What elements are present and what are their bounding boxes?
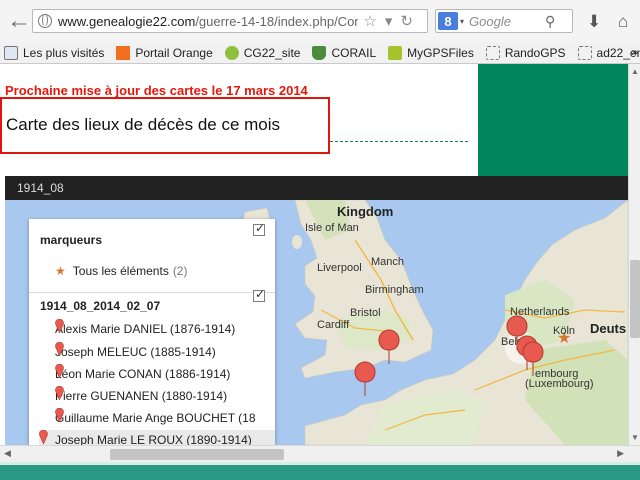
- map-label-birmingham: Birmingham: [365, 284, 424, 296]
- search-icon[interactable]: ⚲: [545, 13, 555, 30]
- map-view[interactable]: ★ Kingdom Isle of Man Liverpool Manch Bi…: [5, 200, 628, 445]
- download-icon[interactable]: ⬇: [587, 12, 601, 32]
- reload-icon[interactable]: ↻: [400, 13, 421, 30]
- legend-all-label: Tous les éléments: [72, 264, 169, 278]
- map-title: Carte des lieux de décès de ce mois: [6, 115, 281, 134]
- bookmark-cg22[interactable]: CG22_site: [224, 45, 300, 60]
- legend-item[interactable]: Joseph MELEUC (1885-1914): [55, 342, 275, 362]
- green-side-panel: [478, 64, 628, 176]
- markers-checkbox[interactable]: [253, 221, 265, 236]
- folder-icon: [577, 45, 592, 60]
- scroll-up-arrow-icon[interactable]: ▲: [631, 67, 639, 76]
- map-label-kingdom: Kingdom: [337, 204, 394, 219]
- map-label-germany: Deuts: [590, 321, 627, 336]
- home-icon[interactable]: ⌂: [618, 12, 628, 32]
- orange-icon: [116, 45, 131, 60]
- globe-icon: [38, 14, 52, 28]
- scroll-left-arrow-icon[interactable]: ◀: [4, 448, 11, 459]
- horizontal-scroll-thumb[interactable]: [110, 449, 284, 460]
- back-arrow-icon[interactable]: ←: [2, 0, 36, 42]
- map-label-cardiff: Cardiff: [317, 319, 350, 331]
- visited-icon: [4, 45, 18, 60]
- layer-checkbox[interactable]: [253, 287, 265, 302]
- vertical-scroll-thumb[interactable]: [630, 260, 640, 338]
- scroll-right-arrow-icon[interactable]: ▶: [617, 448, 624, 459]
- legend-layer-title: 1914_08_2014_02_07: [40, 299, 161, 313]
- map-label-manchester: Manch: [371, 256, 405, 268]
- browser-toolbar: ← www.genealogie22.com/guerre-14-18/inde…: [0, 0, 640, 42]
- horizontal-scrollbar[interactable]: ◀ ▶: [0, 445, 640, 462]
- legend-item[interactable]: Guillaume Marie Ange BOUCHET (18: [55, 408, 275, 428]
- map-header-title: 1914_08: [17, 181, 64, 195]
- search-bar[interactable]: 8 ▾ Google ⚲: [435, 9, 573, 33]
- map-label-koln: Köln: [553, 325, 576, 337]
- legend-item-label: Guillaume Marie Ange BOUCHET (18: [55, 411, 256, 425]
- pin-icon: [55, 408, 64, 422]
- pin-icon: [55, 364, 64, 378]
- url-actions: ☆▾↻: [363, 12, 421, 30]
- map-legend-panel: marqueurs ★ Tous les éléments (2) 1914_0…: [29, 219, 275, 445]
- mygps-icon: [388, 45, 403, 60]
- legend-divider: [29, 292, 275, 293]
- legend-item[interactable]: Léon Marie CONAN (1886-1914): [55, 364, 275, 384]
- map-label-isle-of-man: Isle of Man: [305, 222, 359, 234]
- legend-all-count: (2): [172, 264, 188, 278]
- bookmark-star-icon[interactable]: ☆: [363, 13, 384, 30]
- pin-icon: [39, 430, 48, 444]
- google-icon[interactable]: 8: [438, 12, 458, 30]
- folder-icon: [485, 45, 500, 60]
- vertical-scrollbar[interactable]: ▲ ▼: [628, 64, 640, 445]
- bookmark-portail-orange[interactable]: Portail Orange: [116, 45, 213, 60]
- bookmarks-toolbar: Les plus visités Portail Orange CG22_sit…: [0, 42, 640, 64]
- legend-all-items[interactable]: ★ Tous les éléments (2): [55, 264, 187, 278]
- legend-item[interactable]: Alexis Marie DANIEL (1876-1914): [55, 319, 275, 339]
- map-header: 1914_08: [5, 176, 628, 200]
- dashed-divider: [330, 141, 468, 142]
- page-content: Prochaine mise à jour des cartes le 17 m…: [0, 64, 628, 445]
- bookmark-mygpsfiles[interactable]: MyGPSFiles: [388, 45, 474, 60]
- map-label-luxembourg: (Luxembourg): [525, 378, 594, 390]
- pin-icon: [55, 319, 64, 333]
- legend-item[interactable]: Pierre GUENANEN (1880-1914): [55, 386, 275, 406]
- map-label-liverpool: Liverpool: [317, 262, 362, 274]
- engine-dropdown-icon[interactable]: ▾: [460, 17, 464, 26]
- bookmarks-overflow-button[interactable]: »: [631, 45, 638, 59]
- cg22-icon: [224, 45, 239, 60]
- scroll-down-arrow-icon[interactable]: ▼: [631, 433, 639, 442]
- update-announcement: Prochaine mise à jour des cartes le 17 m…: [5, 83, 308, 98]
- pin-icon: [55, 342, 64, 356]
- search-input[interactable]: Google: [469, 14, 545, 29]
- legend-item-label: Joseph MELEUC (1885-1914): [55, 345, 216, 359]
- legend-section-title: marqueurs: [40, 233, 103, 247]
- corail-icon: [312, 45, 327, 60]
- page-footer-band: [0, 462, 640, 480]
- pin-icon: [55, 386, 64, 400]
- address-bar[interactable]: www.genealogie22.com/guerre-14-18/index.…: [32, 9, 428, 33]
- legend-item-selected[interactable]: Joseph Marie LE ROUX (1890-1914): [39, 430, 275, 445]
- map-label-bristol: Bristol: [350, 307, 381, 319]
- dropdown-arrow-icon[interactable]: ▾: [385, 13, 401, 30]
- legend-item-label: Pierre GUENANEN (1880-1914): [55, 389, 228, 403]
- legend-item-label: Joseph Marie LE ROUX (1890-1914): [55, 433, 252, 445]
- star-icon: ★: [55, 264, 66, 278]
- bookmark-randogps[interactable]: RandoGPS: [485, 45, 566, 60]
- bookmark-most-visited[interactable]: Les plus visités: [4, 45, 104, 60]
- legend-item-label: Léon Marie CONAN (1886-1914): [55, 367, 231, 381]
- url-text[interactable]: www.genealogie22.com/guerre-14-18/index.…: [58, 14, 358, 29]
- map-label-netherlands: Netherlands: [510, 306, 570, 318]
- map-label-belgium: Belgiu: [501, 336, 532, 348]
- legend-item-label: Alexis Marie DANIEL (1876-1914): [55, 322, 236, 336]
- bookmark-corail[interactable]: CORAIL: [312, 45, 376, 60]
